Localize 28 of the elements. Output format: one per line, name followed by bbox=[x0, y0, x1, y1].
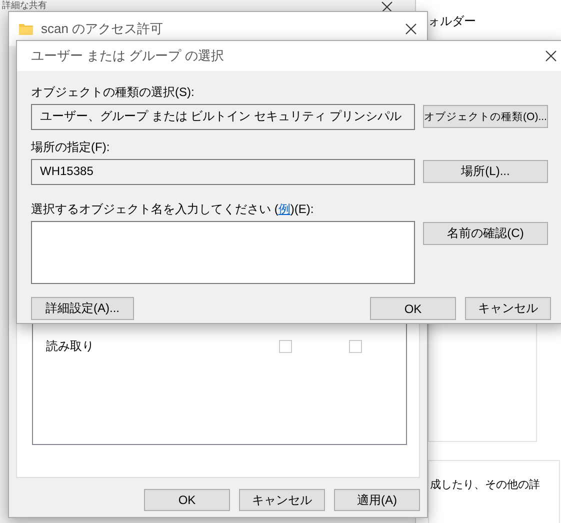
folder-icon bbox=[19, 23, 33, 35]
deny-checkbox[interactable] bbox=[349, 340, 362, 352]
apply-button[interactable]: 適用(A) bbox=[334, 489, 420, 511]
permission-name: 読み取り bbox=[46, 338, 95, 354]
close-icon[interactable] bbox=[545, 50, 557, 62]
window-title: 詳細な共有 bbox=[2, 0, 47, 11]
check-names-button[interactable]: 名前の確認(C) bbox=[423, 222, 548, 245]
window-title: scan のアクセス許可 bbox=[41, 20, 164, 38]
allow-checkbox[interactable] bbox=[279, 340, 292, 352]
advanced-button[interactable]: 詳細設定(A)... bbox=[31, 297, 134, 320]
close-icon[interactable] bbox=[381, 1, 393, 13]
object-types-button[interactable]: オブジェクトの種類(O)... bbox=[423, 105, 548, 128]
description-text: 成したり、その他の詳 bbox=[430, 478, 540, 492]
cancel-button[interactable]: キャンセル bbox=[465, 297, 551, 320]
close-icon[interactable] bbox=[405, 23, 417, 35]
name-prompt: 選択するオブジェクト名を入力してください (例)(E): bbox=[31, 202, 315, 216]
object-names-field[interactable] bbox=[31, 221, 415, 284]
field-label: オブジェクトの種類の選択(S): bbox=[31, 85, 196, 99]
ok-button[interactable]: OK bbox=[144, 489, 230, 511]
ok-button[interactable]: OK bbox=[370, 297, 456, 320]
location-field: WH15385 bbox=[31, 159, 415, 185]
cancel-button[interactable]: キャンセル bbox=[239, 489, 325, 511]
field-label: 場所の指定(F): bbox=[31, 140, 111, 154]
window-title: ユーザー または グループ の選択 bbox=[31, 47, 225, 65]
locations-button[interactable]: 場所(L)... bbox=[423, 160, 548, 183]
examples-link[interactable]: 例 bbox=[278, 202, 290, 216]
object-type-field: ユーザー、グループ または ビルトイン セキュリティ プリンシパル bbox=[31, 104, 415, 130]
folder-label: ォルダー bbox=[428, 13, 476, 30]
